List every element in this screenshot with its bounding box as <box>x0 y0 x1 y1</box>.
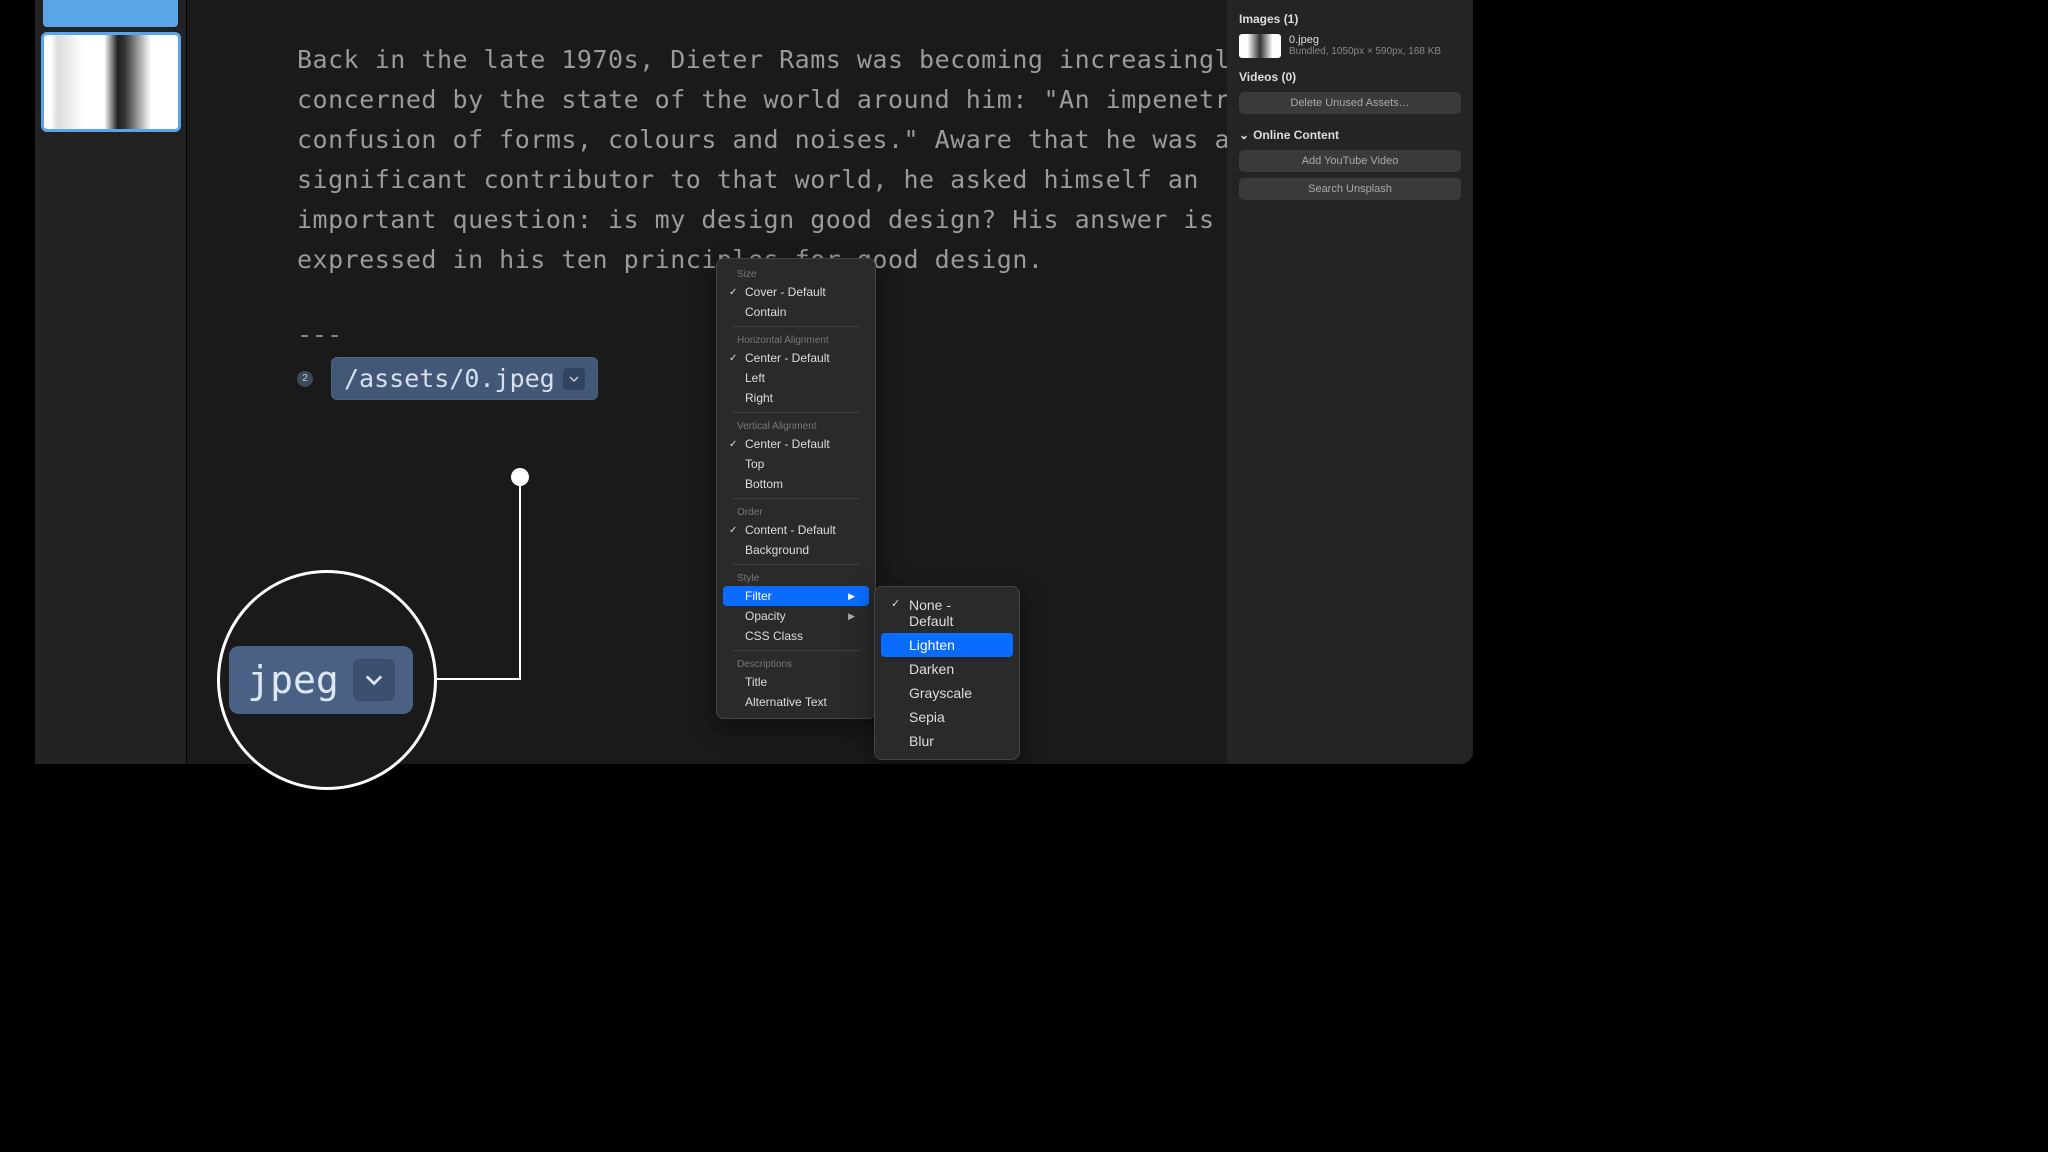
menu-item-cover[interactable]: Cover - Default <box>723 282 869 302</box>
thumb-container <box>35 0 186 132</box>
magnified-text: jpeg <box>247 658 339 702</box>
menu-section-valign: Vertical Alignment <box>723 417 869 434</box>
menu-item-contain[interactable]: Contain <box>723 302 869 322</box>
menu-divider <box>733 326 859 327</box>
filter-submenu[interactable]: None - Default Lighten Darken Grayscale … <box>874 586 1020 760</box>
slide-sidebar <box>35 0 187 764</box>
menu-item-opacity-label: Opacity <box>745 609 786 623</box>
menu-item-vcenter[interactable]: Center - Default <box>723 434 869 454</box>
menu-item-cssclass[interactable]: CSS Class <box>723 626 869 646</box>
images-section-header: Images (1) <box>1239 12 1461 26</box>
menu-divider <box>733 564 859 565</box>
menu-item-alttext[interactable]: Alternative Text <box>723 692 869 712</box>
menu-section-order: Order <box>723 503 869 520</box>
menu-item-right[interactable]: Right <box>723 388 869 408</box>
slide-thumbnail[interactable] <box>41 32 181 132</box>
menu-section-style: Style <box>723 569 869 586</box>
menu-item-filter[interactable]: Filter ▶ <box>723 586 869 606</box>
menu-divider <box>733 650 859 651</box>
slide-number-badge: 2 <box>297 371 313 387</box>
menu-section-size: Size <box>723 265 869 282</box>
menu-item-content[interactable]: Content - Default <box>723 520 869 540</box>
delete-unused-button[interactable]: Delete Unused Assets… <box>1239 92 1461 114</box>
asset-path-text: /assets/0.jpeg <box>344 364 555 393</box>
menu-item-left[interactable]: Left <box>723 368 869 388</box>
menu-item-title[interactable]: Title <box>723 672 869 692</box>
menu-item-hcenter[interactable]: Center - Default <box>723 348 869 368</box>
asset-context-menu[interactable]: Size Cover - Default Contain Horizontal … <box>716 258 876 719</box>
chevron-right-icon: ▶ <box>848 591 855 602</box>
magnified-pill: jpeg <box>229 646 413 714</box>
assets-panel: Images (1) 0.jpeg Bundled, 1050px × 590p… <box>1227 0 1473 764</box>
videos-section-header: Videos (0) <box>1239 70 1461 84</box>
submenu-item-darken[interactable]: Darken <box>881 657 1013 681</box>
menu-section-halign: Horizontal Alignment <box>723 331 869 348</box>
asset-info: 0.jpeg Bundled, 1050px × 590px, 168 KB <box>1289 34 1441 58</box>
asset-filename: 0.jpeg <box>1289 34 1441 46</box>
menu-item-background[interactable]: Background <box>723 540 869 560</box>
menu-item-bottom[interactable]: Bottom <box>723 474 869 494</box>
menu-item-opacity[interactable]: Opacity ▶ <box>723 606 869 626</box>
connector-line-vertical <box>519 484 521 680</box>
submenu-item-grayscale[interactable]: Grayscale <box>881 681 1013 705</box>
online-content-label: Online Content <box>1253 128 1339 142</box>
submenu-item-lighten[interactable]: Lighten <box>881 633 1013 657</box>
submenu-item-blur[interactable]: Blur <box>881 729 1013 753</box>
body-text[interactable]: Back in the late 1970s, Dieter Rams was … <box>297 40 1327 280</box>
menu-section-desc: Descriptions <box>723 655 869 672</box>
chevron-down-icon <box>353 659 395 701</box>
asset-metadata: Bundled, 1050px × 590px, 168 KB <box>1289 46 1441 57</box>
thumb-image-preview <box>44 35 178 129</box>
chevron-down-icon: ⌄ <box>1239 128 1249 142</box>
submenu-item-none[interactable]: None - Default <box>881 593 1013 633</box>
asset-list-item[interactable]: 0.jpeg Bundled, 1050px × 590px, 168 KB <box>1239 34 1461 58</box>
search-unsplash-button[interactable]: Search Unsplash <box>1239 178 1461 200</box>
magnifier-callout: jpeg <box>217 570 437 790</box>
online-content-header[interactable]: ⌄ Online Content <box>1239 128 1461 142</box>
submenu-item-sepia[interactable]: Sepia <box>881 705 1013 729</box>
add-youtube-button[interactable]: Add YouTube Video <box>1239 150 1461 172</box>
menu-divider <box>733 498 859 499</box>
asset-path-pill[interactable]: /assets/0.jpeg <box>331 357 598 400</box>
asset-thumbnail <box>1239 34 1281 58</box>
chevron-right-icon: ▶ <box>848 611 855 622</box>
menu-divider <box>733 412 859 413</box>
menu-item-top[interactable]: Top <box>723 454 869 474</box>
menu-item-filter-label: Filter <box>745 589 772 603</box>
thumb-label-active <box>43 0 178 27</box>
connector-line-horizontal <box>436 678 521 680</box>
chevron-down-icon[interactable] <box>563 368 585 390</box>
